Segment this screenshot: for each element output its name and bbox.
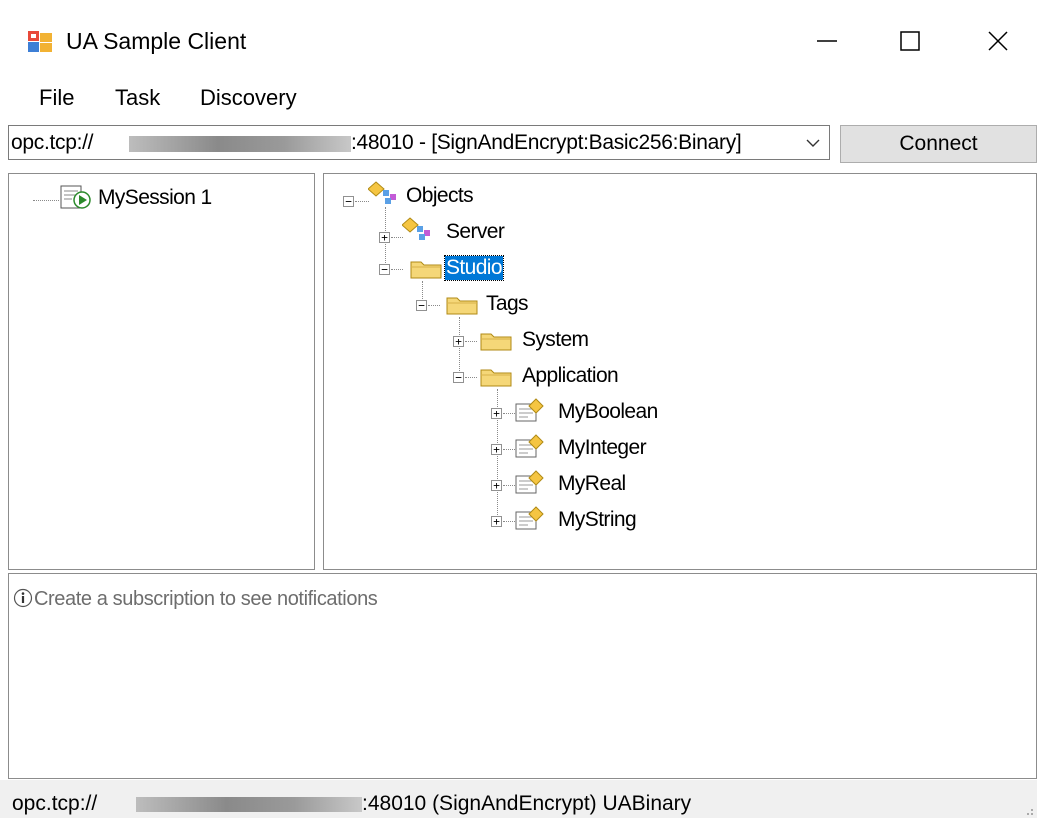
tree-item-server[interactable]: Server — [446, 220, 505, 244]
menu-discovery[interactable]: Discovery — [196, 83, 301, 113]
tree-item-objects[interactable]: Objects — [406, 184, 474, 208]
minimize-button[interactable] — [797, 18, 857, 64]
info-icon — [13, 588, 33, 608]
tree-item-variable[interactable]: MyReal — [558, 472, 626, 496]
collapse-toggle[interactable]: − — [379, 264, 390, 275]
folder-icon — [480, 333, 512, 351]
collapse-toggle[interactable]: − — [453, 372, 464, 383]
variable-icon — [515, 398, 544, 422]
object-node-icon — [368, 181, 396, 204]
tree-line — [428, 305, 440, 306]
menu-file[interactable]: File — [35, 83, 78, 113]
folder-icon — [480, 369, 512, 387]
status-url-prefix: opc.tcp:// — [12, 792, 98, 815]
endpoint-url-suffix: :48010 - [SignAndEncrypt:Basic256:Binary… — [351, 131, 742, 154]
close-button[interactable] — [968, 18, 1028, 64]
session-item[interactable]: MySession 1 — [98, 186, 212, 210]
tree-item-variable[interactable]: MyInteger — [558, 436, 647, 460]
resize-grip-icon[interactable] — [1020, 802, 1034, 816]
tree-item-studio[interactable]: Studio — [444, 255, 504, 281]
session-tree-panel[interactable] — [8, 173, 315, 570]
endpoint-url-prefix: opc.tcp:// — [11, 131, 94, 154]
folder-icon — [410, 261, 442, 279]
session-play-icon — [60, 185, 91, 209]
tree-line — [355, 201, 369, 202]
minimize-icon — [817, 40, 837, 42]
tree-line — [391, 269, 403, 270]
tree-line — [33, 200, 59, 201]
redacted-host — [136, 797, 362, 812]
collapse-toggle[interactable]: − — [343, 196, 354, 207]
variable-icon — [515, 506, 544, 530]
folder-icon — [446, 297, 478, 315]
expand-toggle[interactable]: + — [491, 516, 502, 527]
menu-task[interactable]: Task — [111, 83, 164, 113]
tree-item-variable[interactable]: MyBoolean — [558, 400, 658, 424]
connect-button[interactable]: Connect — [840, 125, 1037, 163]
tree-item-system[interactable]: System — [522, 328, 589, 352]
tree-line — [465, 341, 477, 342]
app-icon — [28, 31, 52, 52]
chevron-down-icon[interactable] — [803, 135, 823, 151]
window-title: UA Sample Client — [66, 28, 247, 54]
tree-item-tags[interactable]: Tags — [486, 292, 529, 316]
maximize-button[interactable] — [880, 18, 940, 64]
variable-icon — [515, 470, 544, 494]
status-url-suffix: :48010 (SignAndEncrypt) UABinary — [362, 792, 692, 815]
redacted-host — [129, 136, 351, 152]
variable-icon — [515, 434, 544, 458]
collapse-toggle[interactable]: − — [416, 300, 427, 311]
expand-toggle[interactable]: + — [491, 444, 502, 455]
endpoint-combobox[interactable]: opc.tcp:// :48010 - [SignAndEncrypt:Basi… — [8, 125, 830, 160]
expand-toggle[interactable]: + — [453, 336, 464, 347]
close-icon — [988, 31, 1008, 51]
server-node-icon — [402, 217, 430, 240]
tree-line — [465, 377, 477, 378]
tree-item-application[interactable]: Application — [522, 364, 619, 388]
maximize-icon — [900, 31, 920, 51]
expand-toggle[interactable]: + — [379, 232, 390, 243]
empty-notifications-message: Create a subscription to see notificatio… — [34, 588, 378, 610]
expand-toggle[interactable]: + — [491, 408, 502, 419]
tree-item-variable[interactable]: MyString — [558, 508, 637, 532]
expand-toggle[interactable]: + — [491, 480, 502, 491]
